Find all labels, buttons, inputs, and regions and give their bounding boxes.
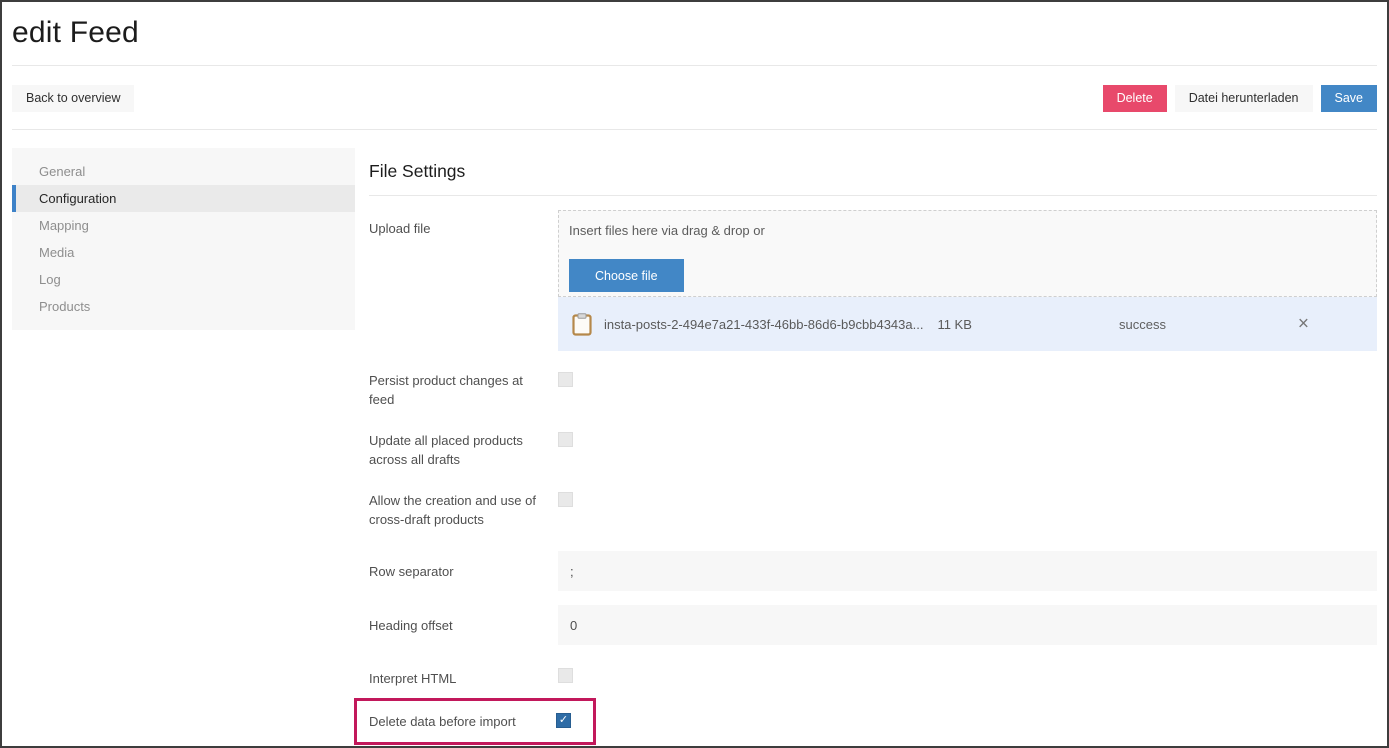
sidebar-item-general[interactable]: General: [12, 158, 355, 185]
sidebar-item-media[interactable]: Media: [12, 239, 355, 266]
download-file-button[interactable]: Datei herunterladen: [1175, 85, 1313, 112]
section-title: File Settings: [369, 148, 1377, 196]
heading-offset-row: Heading offset: [369, 605, 1377, 645]
toolbar: Back to overview Delete Datei herunterla…: [2, 66, 1387, 129]
interpret-html-label: Interpret HTML: [369, 667, 558, 688]
persist-product-changes-row: Persist product changes at feed: [369, 371, 1377, 409]
delete-data-label: Delete data before import: [369, 712, 556, 730]
upload-file-row: Upload file Insert files here via drag &…: [369, 210, 1377, 351]
uploaded-file-row: insta-posts-2-494e7a21-433f-46bb-86d6-b9…: [558, 297, 1377, 351]
remove-file-icon[interactable]: ×: [1292, 313, 1315, 336]
delete-data-checkbox[interactable]: ✓: [556, 713, 571, 728]
cross-draft-products-row: Allow the creation and use of cross-draf…: [369, 491, 1377, 529]
interpret-html-row: Interpret HTML: [369, 667, 1377, 688]
persist-product-changes-checkbox[interactable]: [558, 372, 573, 387]
edit-feed-page: edit Feed Back to overview Delete Datei …: [0, 0, 1389, 748]
persist-product-changes-label: Persist product changes at feed: [369, 371, 558, 409]
content-area: General Configuration Mapping Media Log …: [2, 130, 1387, 745]
page-header: edit Feed: [2, 2, 1387, 65]
cross-draft-products-checkbox[interactable]: [558, 492, 573, 507]
sidebar-item-configuration[interactable]: Configuration: [12, 185, 355, 212]
file-dropzone[interactable]: Insert files here via drag & drop or Cho…: [558, 210, 1377, 297]
checkmark-icon: ✓: [559, 714, 568, 726]
clipboard-icon: [572, 313, 592, 336]
file-status-badge: success: [1119, 317, 1166, 332]
settings-sidebar: General Configuration Mapping Media Log …: [12, 148, 355, 330]
heading-offset-input[interactable]: [558, 605, 1377, 645]
toolbar-actions: Delete Datei herunterladen Save: [1103, 85, 1377, 112]
file-name: insta-posts-2-494e7a21-433f-46bb-86d6-b9…: [604, 317, 923, 332]
sidebar-item-mapping[interactable]: Mapping: [12, 212, 355, 239]
file-settings-panel: File Settings Upload file Insert files h…: [369, 148, 1377, 745]
row-separator-row: Row separator: [369, 551, 1377, 591]
dropzone-hint-text: Insert files here via drag & drop or: [569, 223, 1366, 239]
delete-data-row: Delete data before import ✓: [369, 698, 1377, 745]
row-separator-input[interactable]: [558, 551, 1377, 591]
row-separator-label: Row separator: [369, 562, 558, 581]
back-to-overview-button[interactable]: Back to overview: [12, 85, 134, 112]
annotation-highlight-box: Delete data before import ✓: [354, 698, 596, 745]
update-placed-products-row: Update all placed products across all dr…: [369, 431, 1377, 469]
update-placed-products-checkbox[interactable]: [558, 432, 573, 447]
sidebar-item-products[interactable]: Products: [12, 293, 355, 320]
page-title: edit Feed: [12, 16, 1377, 50]
choose-file-button[interactable]: Choose file: [569, 259, 684, 292]
heading-offset-label: Heading offset: [369, 616, 558, 635]
update-placed-products-label: Update all placed products across all dr…: [369, 431, 558, 469]
cross-draft-products-label: Allow the creation and use of cross-draf…: [369, 491, 558, 529]
sidebar-item-log[interactable]: Log: [12, 266, 355, 293]
delete-button[interactable]: Delete: [1103, 85, 1167, 112]
file-size: 11 KB: [937, 317, 971, 332]
save-button[interactable]: Save: [1321, 85, 1378, 112]
upload-file-control: Insert files here via drag & drop or Cho…: [558, 210, 1377, 351]
upload-file-label: Upload file: [369, 210, 558, 238]
interpret-html-checkbox[interactable]: [558, 668, 573, 683]
